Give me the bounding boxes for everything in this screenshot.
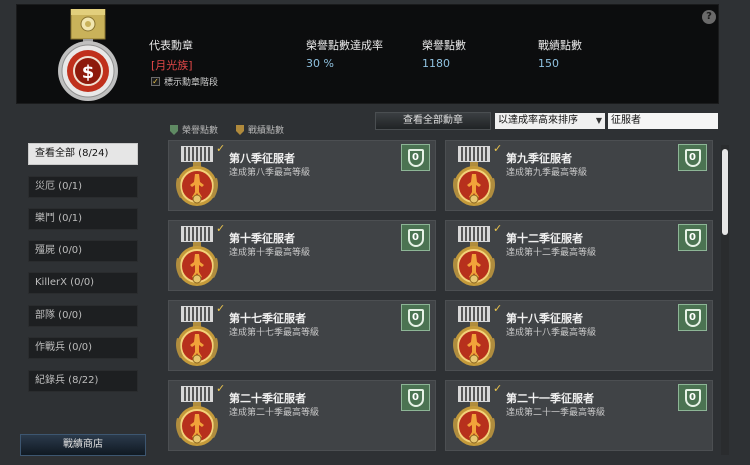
honor-points-badge: 0 <box>401 224 430 251</box>
view-all-medals-button[interactable]: 查看全部勳章 <box>375 112 491 130</box>
medal-description: 達成第十季最高等級 <box>229 248 311 258</box>
combat-shield-icon <box>236 124 244 135</box>
show-rank-checkbox[interactable]: ✓ 標示勳章階段 <box>151 75 218 88</box>
medal-description: 達成第八季最高等級 <box>229 168 311 178</box>
medal-description: 達成第二十一季最高等級 <box>506 408 606 418</box>
medal-grid: ✓ 第八季征服者 達成第八季最高等級 0 ✓ 第九季征服者 達成第九季最高等級 … <box>168 140 716 456</box>
medal-description: 達成第十七季最高等級 <box>229 328 320 338</box>
medal-title: 第二十季征服者 <box>229 392 306 405</box>
search-input[interactable]: 征服者 <box>608 113 718 129</box>
medal-title: 第十二季征服者 <box>506 232 583 245</box>
completed-check-icon: ✓ <box>493 142 503 155</box>
legend-honor: 榮譽點數 <box>170 123 218 136</box>
honor-points-badge: 0 <box>401 304 430 331</box>
medal-card[interactable]: ✓ 第八季征服者 達成第八季最高等級 0 <box>168 140 436 211</box>
sidebar-item-zombie[interactable]: 殭屍 (0/0) <box>28 240 138 262</box>
medal-points-value: 0 <box>407 308 424 327</box>
legend-combat: 戰績點數 <box>236 123 284 136</box>
sidebar-item-combatant[interactable]: 作戰兵 (0/0) <box>28 337 138 359</box>
honor-points-badge: 0 <box>401 384 430 411</box>
sidebar-item-all[interactable]: 查看全部 (8/24) <box>28 143 138 165</box>
representative-medal-icon: $ <box>53 8 125 105</box>
combat-points-label: 戰績點數 <box>538 39 582 52</box>
sidebar-item-killerx[interactable]: KillerX (0/0) <box>28 272 138 294</box>
medal-card[interactable]: ✓ 第十八季征服者 達成第十八季最高等級 0 <box>445 300 713 371</box>
sidebar-item-squad[interactable]: 部隊 (0/0) <box>28 305 138 327</box>
medal-description: 達成第二十季最高等級 <box>229 408 320 418</box>
medal-points-value: 0 <box>684 388 701 407</box>
rep-medal-name: [月光族] <box>151 59 193 72</box>
profile-panel: $ 代表勳章 [月光族] ✓ 標示勳章階段 榮譽點數達成率 30 % 榮譽點數 … <box>16 4 719 104</box>
honor-points-badge: 0 <box>678 384 707 411</box>
medal-title: 第十七季征服者 <box>229 312 306 325</box>
honor-points-badge: 0 <box>678 304 707 331</box>
medal-title: 第九季征服者 <box>506 152 572 165</box>
scroll-thumb[interactable] <box>722 149 728 235</box>
honor-rate-label: 榮譽點數達成率 <box>306 39 383 52</box>
completed-check-icon: ✓ <box>493 382 503 395</box>
medal-points-value: 0 <box>407 228 424 247</box>
honor-points-badge: 0 <box>678 224 707 251</box>
medal-card[interactable]: ✓ 第十七季征服者 達成第十七季最高等級 0 <box>168 300 436 371</box>
combat-shop-button[interactable]: 戰績商店 <box>20 434 146 456</box>
medal-description: 達成第九季最高等級 <box>506 168 588 178</box>
medal-description: 達成第十八季最高等級 <box>506 328 597 338</box>
honor-points-value: 1180 <box>422 57 450 70</box>
completed-check-icon: ✓ <box>216 382 226 395</box>
medal-title: 第十八季征服者 <box>506 312 583 325</box>
medal-points-value: 0 <box>407 148 424 167</box>
medal-card[interactable]: ✓ 第十二季征服者 達成第十二季最高等級 0 <box>445 220 713 291</box>
medal-points-value: 0 <box>407 388 424 407</box>
medal-title: 第二十一季征服者 <box>506 392 594 405</box>
medal-points-value: 0 <box>684 148 701 167</box>
chevron-down-icon: ▼ <box>595 116 602 125</box>
completed-check-icon: ✓ <box>493 222 503 235</box>
completed-check-icon: ✓ <box>216 222 226 235</box>
medal-card[interactable]: ✓ 第九季征服者 達成第九季最高等級 0 <box>445 140 713 211</box>
sidebar-item-disaster[interactable]: 災厄 (0/1) <box>28 176 138 198</box>
legend-combat-label: 戰績點數 <box>248 126 285 136</box>
legend-honor-label: 榮譽點數 <box>182 126 219 136</box>
sort-dropdown[interactable]: 以達成率高來排序 ▼ <box>495 113 605 129</box>
completed-check-icon: ✓ <box>216 142 226 155</box>
checkbox-checked-icon[interactable]: ✓ <box>151 77 160 86</box>
medal-card[interactable]: ✓ 第二十季征服者 達成第二十季最高等級 0 <box>168 380 436 451</box>
honor-points-badge: 0 <box>401 144 430 171</box>
medal-description: 達成第十二季最高等級 <box>506 248 597 258</box>
show-rank-label: 標示勳章階段 <box>164 78 219 88</box>
medal-title: 第八季征服者 <box>229 152 295 165</box>
medal-title: 第十季征服者 <box>229 232 295 245</box>
medal-card[interactable]: ✓ 第二十一季征服者 達成第二十一季最高等級 0 <box>445 380 713 451</box>
sort-selected-value: 以達成率高來排序 <box>498 115 578 126</box>
svg-text:$: $ <box>82 62 95 83</box>
help-button[interactable]: ? <box>702 10 716 24</box>
rep-medal-label: 代表勳章 <box>149 39 193 52</box>
honor-shield-icon <box>170 124 178 135</box>
medal-card[interactable]: ✓ 第十季征服者 達成第十季最高等級 0 <box>168 220 436 291</box>
scrollbar[interactable] <box>721 145 729 455</box>
medal-points-value: 0 <box>684 228 701 247</box>
honor-points-badge: 0 <box>678 144 707 171</box>
completed-check-icon: ✓ <box>493 302 503 315</box>
medal-points-value: 0 <box>684 308 701 327</box>
sidebar-item-recorder[interactable]: 紀錄兵 (8/22) <box>28 370 138 392</box>
combat-points-value: 150 <box>538 57 559 70</box>
sidebar-item-brawl[interactable]: 樂鬥 (0/1) <box>28 208 138 230</box>
completed-check-icon: ✓ <box>216 302 226 315</box>
honor-points-label: 榮譽點數 <box>422 39 466 52</box>
honor-rate-value: 30 % <box>306 57 334 70</box>
